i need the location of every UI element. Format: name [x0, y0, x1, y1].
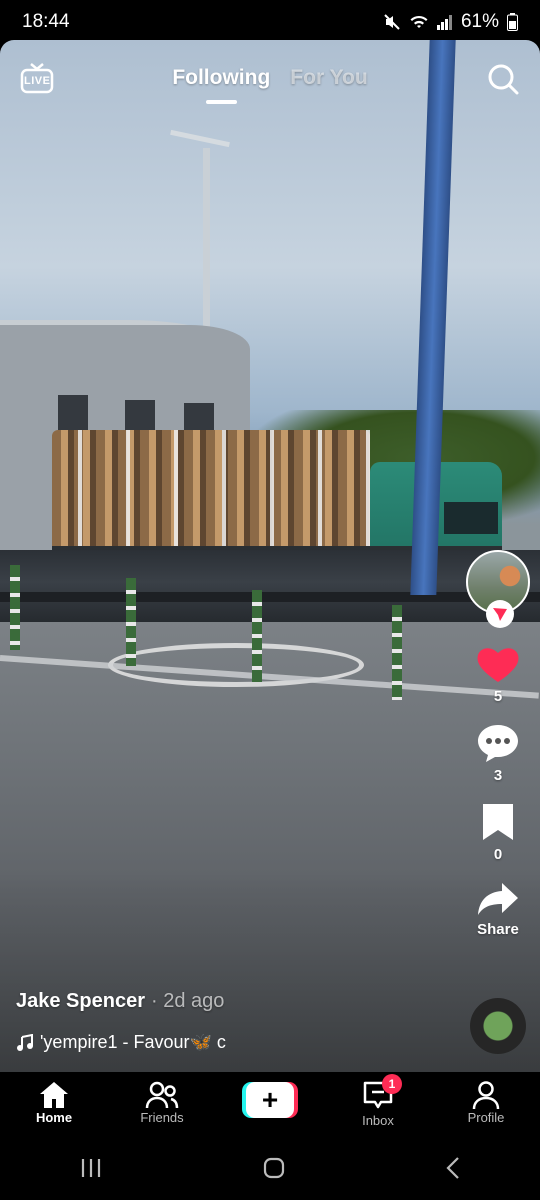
tab-home[interactable]: Home: [4, 1080, 104, 1125]
friends-icon: [145, 1081, 179, 1109]
music-ticker[interactable]: 'yempire1 - Favour🦋 c: [16, 1032, 226, 1053]
status-bar: 18:44 61%: [0, 0, 540, 44]
bollard: [392, 605, 402, 700]
home-nav-icon[interactable]: [262, 1156, 286, 1180]
top-nav: LIVE Following For You: [0, 40, 540, 120]
tab-inbox[interactable]: 1 Inbox: [328, 1074, 428, 1128]
truck-windscreen: [444, 502, 498, 534]
save-count: 0: [493, 846, 503, 863]
profile-icon: [472, 1081, 500, 1110]
comment-count: 3: [493, 767, 503, 784]
tab-profile[interactable]: Profile: [436, 1080, 536, 1125]
system-nav-bar: [0, 1136, 540, 1200]
inbox-badge: 1: [382, 1074, 402, 1094]
recents-icon[interactable]: [79, 1157, 103, 1179]
heart-icon: [477, 648, 519, 682]
post-time: · 2d ago: [150, 990, 225, 1012]
comment-icon: [478, 725, 518, 762]
tab-inbox-label: Inbox: [362, 1113, 394, 1128]
comment-button[interactable]: 3: [476, 723, 520, 784]
tab-profile-label: Profile: [467, 1110, 505, 1125]
mute-icon: [384, 14, 400, 30]
tab-for-you[interactable]: For You: [290, 66, 367, 90]
back-icon[interactable]: [445, 1156, 461, 1180]
follow-button[interactable]: [486, 600, 514, 628]
search-icon: [488, 64, 519, 95]
creator-avatar-wrap[interactable]: [466, 550, 530, 628]
bollard: [126, 578, 136, 666]
music-title: 'yempire1 - Favour🦋 c: [40, 1032, 226, 1052]
search-button[interactable]: [486, 62, 520, 96]
battery-percent: 61%: [460, 11, 499, 32]
barrier-rail: [0, 592, 540, 602]
share-button[interactable]: Share: [476, 881, 520, 938]
music-note-icon: [17, 1033, 33, 1051]
bookmark-icon: [483, 804, 513, 840]
like-count: 5: [493, 688, 503, 705]
wifi-icon: [410, 15, 428, 28]
send-icon: [493, 608, 507, 621]
home-icon: [40, 1082, 68, 1108]
timber-load: [52, 430, 370, 548]
active-tab-indicator: [206, 100, 237, 104]
author-name[interactable]: Jake Spencer: [16, 990, 145, 1012]
feed-tabs: Following For You: [0, 66, 540, 90]
share-icon: [478, 883, 518, 915]
signal-icon: [436, 15, 452, 30]
action-bar: 5 3 0 Share: [460, 550, 536, 938]
share-label: Share: [477, 921, 519, 938]
save-button[interactable]: 0: [481, 802, 515, 863]
tab-create[interactable]: +: [220, 1080, 320, 1118]
tab-friends-label: Friends: [140, 1110, 184, 1125]
bottom-tab-bar: Home Friends + 1 Inbox Profile: [0, 1072, 540, 1136]
music-disc[interactable]: [470, 998, 526, 1054]
bollard: [10, 565, 20, 650]
battery-icon: [507, 13, 518, 31]
bollard: [252, 590, 262, 682]
like-button[interactable]: 5: [476, 644, 520, 705]
status-time: 18:44: [22, 11, 70, 32]
road-barrier: [0, 550, 540, 630]
tab-home-label: Home: [35, 1110, 73, 1125]
create-button[interactable]: +: [242, 1082, 298, 1118]
video-caption: Jake Spencer · 2d ago: [16, 990, 224, 1013]
tab-friends[interactable]: Friends: [112, 1080, 212, 1125]
inbox-icon-wrap: 1: [362, 1074, 402, 1113]
tab-following[interactable]: Following: [172, 66, 270, 90]
status-icons: 61%: [383, 11, 518, 33]
plus-icon: +: [246, 1082, 294, 1118]
video-player[interactable]: [0, 40, 540, 1072]
streetlight-arm: [170, 129, 230, 148]
